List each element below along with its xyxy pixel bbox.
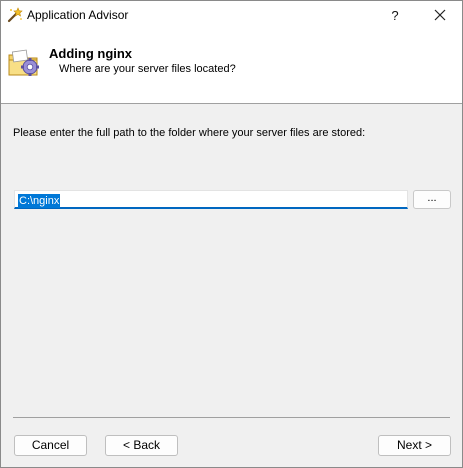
- window-title: Application Advisor: [27, 8, 129, 22]
- cancel-button[interactable]: Cancel: [14, 435, 87, 456]
- wizard-header: Adding nginx Where are your server files…: [1, 29, 462, 104]
- wizard-wand-icon: [7, 7, 23, 23]
- application-advisor-window: Application Advisor ? Adding nginx Where…: [0, 0, 463, 468]
- close-icon: [434, 9, 446, 21]
- footer-divider: [13, 417, 450, 418]
- back-button[interactable]: < Back: [105, 435, 178, 456]
- help-button[interactable]: ?: [375, 1, 415, 29]
- title-bar[interactable]: Application Advisor ?: [1, 1, 462, 29]
- header-subtitle: Where are your server files located?: [59, 63, 236, 75]
- server-path-input[interactable]: [14, 190, 408, 209]
- server-path-value[interactable]: C:\nginx: [18, 194, 61, 208]
- browse-button[interactable]: ...: [413, 190, 451, 209]
- path-prompt-label: Please enter the full path to the folder…: [13, 127, 366, 139]
- next-button[interactable]: Next >: [378, 435, 451, 456]
- header-title: Adding nginx: [49, 46, 133, 61]
- close-button[interactable]: [420, 1, 460, 29]
- folder-gear-icon: [7, 45, 41, 79]
